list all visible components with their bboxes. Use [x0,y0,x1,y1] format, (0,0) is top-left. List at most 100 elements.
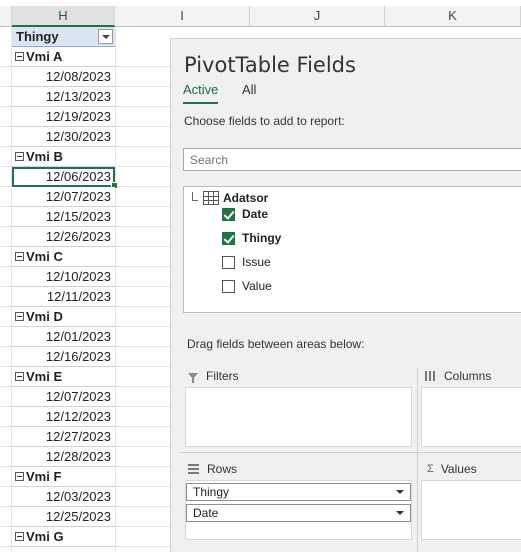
group-label: Vmi C [26,249,63,264]
pivot-date-cell[interactable]: 12/03/2023 [12,487,115,507]
collapse-icon[interactable] [15,372,24,381]
column-header-h[interactable]: H [12,6,115,27]
date-value: 12/16/2023 [45,349,111,364]
date-value: 12/19/2023 [45,109,111,124]
checkbox-checked-icon[interactable] [222,207,235,221]
pivot-date-cell[interactable]: 12/08/2023 [12,67,115,87]
pivot-row-header-cell[interactable]: Thingy [12,27,115,47]
filters-label: Filters [206,369,239,383]
tab-all[interactable]: All [242,82,256,97]
collapse-icon[interactable] [15,312,24,321]
pivot-date-cell[interactable]: 12/27/2023 [12,427,115,447]
filters-drop-area[interactable] [185,387,412,447]
pivot-date-cell[interactable]: 12/01/2023 [12,327,115,347]
rows-field-date[interactable]: Date [186,504,411,522]
columns-drop-area[interactable] [421,387,521,447]
row-field-label: Thingy [193,485,230,499]
filter-icon [188,373,198,383]
pivot-date-cell[interactable]: 12/07/2023 [12,387,115,407]
group-label: Vmi G [26,529,64,544]
filter-dropdown-icon[interactable] [98,29,113,44]
rows-label: Rows [207,462,238,476]
date-value: 12/10/2023 [45,269,111,284]
pivot-date-cell[interactable]: 12/13/2023 [12,87,115,107]
pane-title: PivotTable Fields [184,53,356,77]
field-date[interactable]: Date [222,205,268,223]
rows-area-header: Rows [188,462,237,476]
collapse-icon[interactable] [15,532,24,541]
column-header-k[interactable]: K [385,6,521,27]
choose-fields-instruction: Choose fields to add to report: [184,114,345,128]
pivot-date-cell[interactable]: 12/07/2023 [12,187,115,207]
row-field-label: Date [193,506,219,520]
pivot-date-cell[interactable]: 12/26/2023 [12,227,115,247]
pivot-date-cell[interactable]: 12/15/2023 [12,207,115,227]
field-value[interactable]: Value [222,277,272,295]
date-value: 12/15/2023 [45,209,111,224]
chevron-down-icon[interactable] [396,490,404,494]
group-label: Vmi F [26,469,62,484]
field-issue[interactable]: Issue [222,253,271,271]
checkbox-unchecked-icon[interactable] [222,255,235,269]
field-thingy[interactable]: Thingy [222,229,281,247]
field-search-input[interactable] [183,148,521,171]
date-value: 12/08/2023 [45,69,111,84]
field-list: Adatsor Date Thingy Issue Value [183,186,521,313]
pivot-group-cell[interactable]: Vmi D [12,307,115,327]
group-label: Vmi B [26,149,63,164]
checkbox-checked-icon[interactable] [222,231,235,245]
values-drop-area[interactable] [421,480,521,540]
rows-field-thingy[interactable]: Thingy [186,483,411,501]
date-value: 12/30/2023 [45,129,111,144]
pivottable-fields-pane: PivotTable Fields Active All Choose fiel… [170,38,521,552]
date-value: 12/01/2023 [45,329,111,344]
column-header-j[interactable]: J [250,6,385,27]
values-area-header: Σ Values [427,462,477,476]
pivot-date-cell[interactable]: 12/06/2023 [12,167,118,189]
date-value: 12/11/2023 [46,289,111,304]
collapse-icon[interactable] [15,152,24,161]
rows-icon [188,464,199,474]
filters-area-header: Filters [188,369,239,383]
areas-divider [417,367,418,552]
field-label: Value [242,279,272,293]
field-label: Date [242,207,269,221]
collapse-icon[interactable] [15,252,24,261]
pivot-row-header-label: Thingy [16,29,59,44]
date-value: 12/03/2023 [45,489,111,504]
pivot-date-cell[interactable]: 12/25/2023 [12,507,115,527]
collapse-icon[interactable] [15,52,24,61]
collapse-icon[interactable] [15,472,24,481]
pivot-group-cell[interactable]: Vmi G [12,527,115,547]
table-icon [203,191,219,205]
pivot-date-cell[interactable]: 12/30/2023 [12,127,115,147]
pivot-date-cell[interactable]: 12/16/2023 [12,347,115,367]
pivot-date-cell[interactable]: 12/10/2023 [12,267,115,287]
columns-area-header: Columns [425,369,491,383]
pivot-group-cell[interactable]: Vmi B [12,147,115,167]
columns-label: Columns [444,369,492,383]
date-value: 12/28/2023 [45,449,111,464]
values-label: Values [440,462,477,476]
tab-active[interactable]: Active [183,82,219,104]
pivot-date-cell[interactable]: 12/11/2023 [12,287,115,307]
pivot-date-cell[interactable]: 12/12/2023 [12,407,115,427]
drag-fields-label: Drag fields between areas below: [187,337,365,351]
table-name: Adatsor [223,191,269,205]
field-label: Issue [242,255,271,269]
group-label: Vmi D [26,309,63,324]
chevron-down-icon[interactable] [396,511,404,515]
pivot-group-cell[interactable]: Vmi C [12,247,115,267]
date-value: 12/26/2023 [45,229,111,244]
checkbox-unchecked-icon[interactable] [222,279,235,293]
pivot-date-cell[interactable]: 12/19/2023 [12,107,115,127]
tree-collapse-icon[interactable] [192,192,198,201]
pivot-group-cell[interactable]: Vmi A [12,47,115,67]
row-header-corner[interactable] [0,6,12,27]
pivot-date-cell[interactable]: 12/28/2023 [12,447,115,467]
pivot-group-cell[interactable]: Vmi E [12,367,115,387]
date-value: 12/25/2023 [45,509,111,524]
pivot-group-cell[interactable]: Vmi F [12,467,115,487]
date-value: 12/07/2023 [45,389,111,404]
column-header-i[interactable]: I [115,6,250,27]
